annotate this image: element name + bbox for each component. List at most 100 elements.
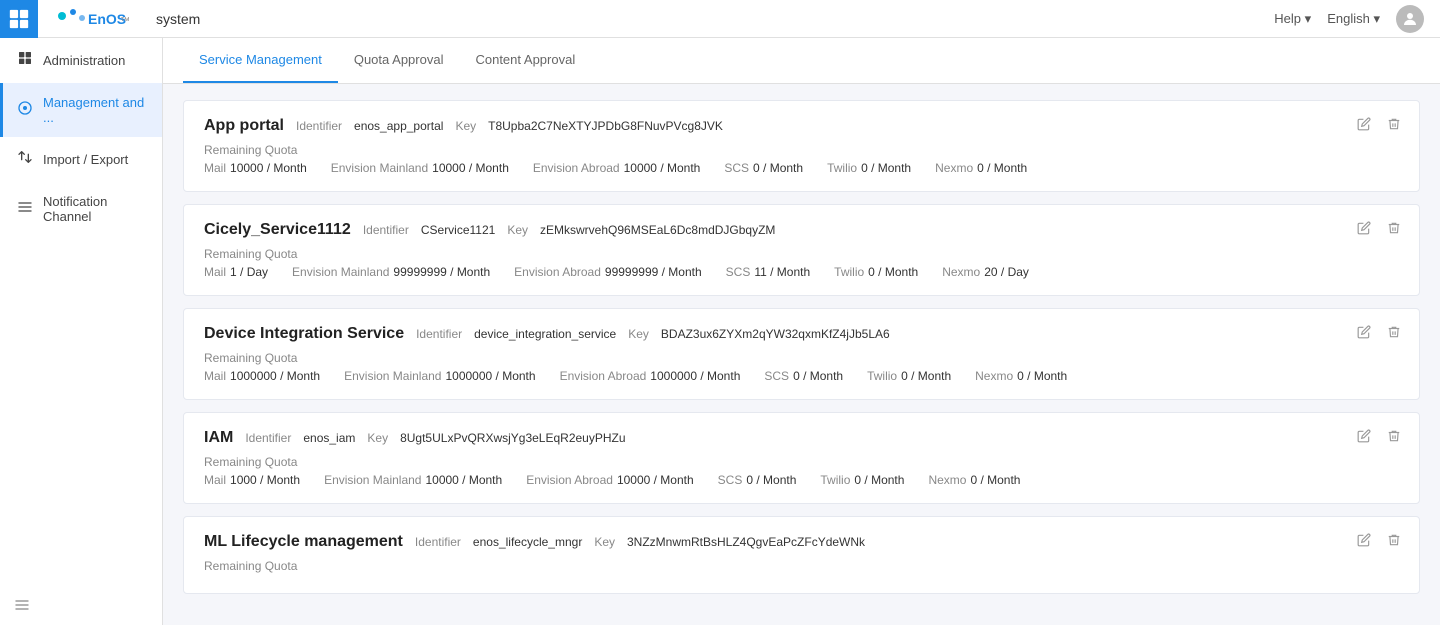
help-chevron: ▾ <box>1305 11 1312 26</box>
channel-name: Envision Mainland <box>292 265 389 279</box>
channel-name: Envision Mainland <box>324 473 421 487</box>
channel-name: Envision Abroad <box>533 161 620 175</box>
language-selector[interactable]: English ▾ <box>1327 11 1380 27</box>
sidebar: Administration Management and ... Import… <box>0 38 163 625</box>
sidebar-item-administration[interactable]: Administration <box>0 38 162 83</box>
channel-value: 99999999 / Month <box>605 265 702 279</box>
delete-button[interactable] <box>1383 427 1405 449</box>
channel-name: Envision Abroad <box>560 369 647 383</box>
sidebar-item-notification-channel[interactable]: Notification Channel <box>0 182 162 236</box>
edit-button[interactable] <box>1353 219 1375 241</box>
identifier-value: enos_lifecycle_mngr <box>473 535 582 549</box>
key-value: zEMkswrvehQ96MSEaL6Dc8mdDJGbqyZM <box>540 223 775 237</box>
quota-row: Mail 1000 / Month Envision Mainland 1000… <box>204 473 1399 487</box>
service-name: ML Lifecycle management <box>204 533 403 551</box>
quota-item: Twilio 0 / Month <box>820 473 904 487</box>
channel-name: Nexmo <box>975 369 1013 383</box>
identifier-value: CService1121 <box>421 223 495 237</box>
channel-name: Mail <box>204 161 226 175</box>
quota-item: Envision Mainland 10000 / Month <box>331 161 509 175</box>
management-icon <box>17 100 33 121</box>
quota-item: Mail 1000000 / Month <box>204 369 320 383</box>
card-header: ML Lifecycle management Identifier enos_… <box>204 533 1399 551</box>
delete-button[interactable] <box>1383 219 1405 241</box>
services-list: App portal Identifier enos_app_portal Ke… <box>163 84 1440 622</box>
delete-button[interactable] <box>1383 115 1405 137</box>
service-card-iam: IAM Identifier enos_iam Key 8Ugt5ULxPvQR… <box>183 412 1420 504</box>
quota-item: Envision Abroad 10000 / Month <box>533 161 700 175</box>
quota-item: Mail 1 / Day <box>204 265 268 279</box>
identifier-label: Identifier <box>296 119 342 133</box>
identifier-value: device_integration_service <box>474 327 616 341</box>
channel-value: 0 / Month <box>854 473 904 487</box>
user-avatar[interactable] <box>1396 5 1424 33</box>
sidebar-collapse-btn[interactable] <box>0 585 162 625</box>
channel-name: Twilio <box>820 473 850 487</box>
quota-item: Nexmo 0 / Month <box>935 161 1027 175</box>
quota-item: SCS 11 / Month <box>726 265 811 279</box>
quota-item: Envision Abroad 1000000 / Month <box>560 369 741 383</box>
service-name: Cicely_Service1112 <box>204 221 351 239</box>
channel-value: 0 / Month <box>793 369 843 383</box>
tab-service-management[interactable]: Service Management <box>183 38 338 83</box>
channel-value: 11 / Month <box>754 265 810 279</box>
edit-button[interactable] <box>1353 427 1375 449</box>
channel-name: Twilio <box>834 265 864 279</box>
tab-quota-approval[interactable]: Quota Approval <box>338 38 460 83</box>
quota-item: Mail 1000 / Month <box>204 473 300 487</box>
edit-button[interactable] <box>1353 323 1375 345</box>
service-card-ml-lifecycle: ML Lifecycle management Identifier enos_… <box>183 516 1420 594</box>
edit-button[interactable] <box>1353 115 1375 137</box>
help-menu[interactable]: Help ▾ <box>1274 11 1311 27</box>
remaining-quota-label: Remaining Quota <box>204 247 1399 261</box>
channel-name: Nexmo <box>942 265 980 279</box>
channel-value: 99999999 / Month <box>393 265 490 279</box>
delete-button[interactable] <box>1383 531 1405 553</box>
channel-name: Envision Mainland <box>331 161 428 175</box>
service-card-app-portal: App portal Identifier enos_app_portal Ke… <box>183 100 1420 192</box>
channel-name: Nexmo <box>928 473 966 487</box>
channel-name: SCS <box>718 473 743 487</box>
channel-name: Twilio <box>867 369 897 383</box>
quota-item: SCS 0 / Month <box>724 161 803 175</box>
lang-label: English <box>1327 11 1370 26</box>
system-label: system <box>156 11 200 27</box>
channel-value: 1000000 / Month <box>445 369 535 383</box>
identifier-label: Identifier <box>415 535 461 549</box>
administration-icon <box>17 50 33 71</box>
card-actions <box>1353 427 1405 449</box>
lang-chevron: ▾ <box>1373 11 1380 26</box>
quota-item: Envision Mainland 99999999 / Month <box>292 265 490 279</box>
remaining-quota-label: Remaining Quota <box>204 559 1399 573</box>
sidebar-item-import-export[interactable]: Import / Export <box>0 137 162 182</box>
channel-name: SCS <box>724 161 749 175</box>
svg-text:™: ™ <box>120 16 130 27</box>
card-header: Device Integration Service Identifier de… <box>204 325 1399 343</box>
delete-button[interactable] <box>1383 323 1405 345</box>
app-home-button[interactable] <box>0 0 38 38</box>
card-header: App portal Identifier enos_app_portal Ke… <box>204 117 1399 135</box>
quota-item: Envision Mainland 1000000 / Month <box>344 369 535 383</box>
channel-name: Twilio <box>827 161 857 175</box>
import-export-label: Import / Export <box>43 152 128 167</box>
channel-name: SCS <box>726 265 751 279</box>
remaining-quota-label: Remaining Quota <box>204 455 1399 469</box>
quota-item: Envision Mainland 10000 / Month <box>324 473 502 487</box>
channel-value: 0 / Month <box>901 369 951 383</box>
channel-value: 10000 / Month <box>432 161 509 175</box>
card-actions <box>1353 531 1405 553</box>
quota-section: Remaining Quota <box>204 559 1399 577</box>
identifier-value: enos_iam <box>303 431 355 445</box>
key-value: 8Ugt5ULxPvQRXwsjYg3eLEqR2euyPHZu <box>400 431 625 445</box>
import-export-icon <box>17 149 33 170</box>
channel-value: 0 / Month <box>977 161 1027 175</box>
channel-value: 0 / Month <box>970 473 1020 487</box>
notification-channel-icon <box>17 199 33 220</box>
sidebar-item-management[interactable]: Management and ... <box>0 83 162 137</box>
quota-item: Twilio 0 / Month <box>834 265 918 279</box>
edit-button[interactable] <box>1353 531 1375 553</box>
tab-content-approval[interactable]: Content Approval <box>459 38 591 83</box>
remaining-quota-label: Remaining Quota <box>204 351 1399 365</box>
service-name: Device Integration Service <box>204 325 404 343</box>
topbar: EnOS ™ system Help ▾ English ▾ <box>0 0 1440 38</box>
